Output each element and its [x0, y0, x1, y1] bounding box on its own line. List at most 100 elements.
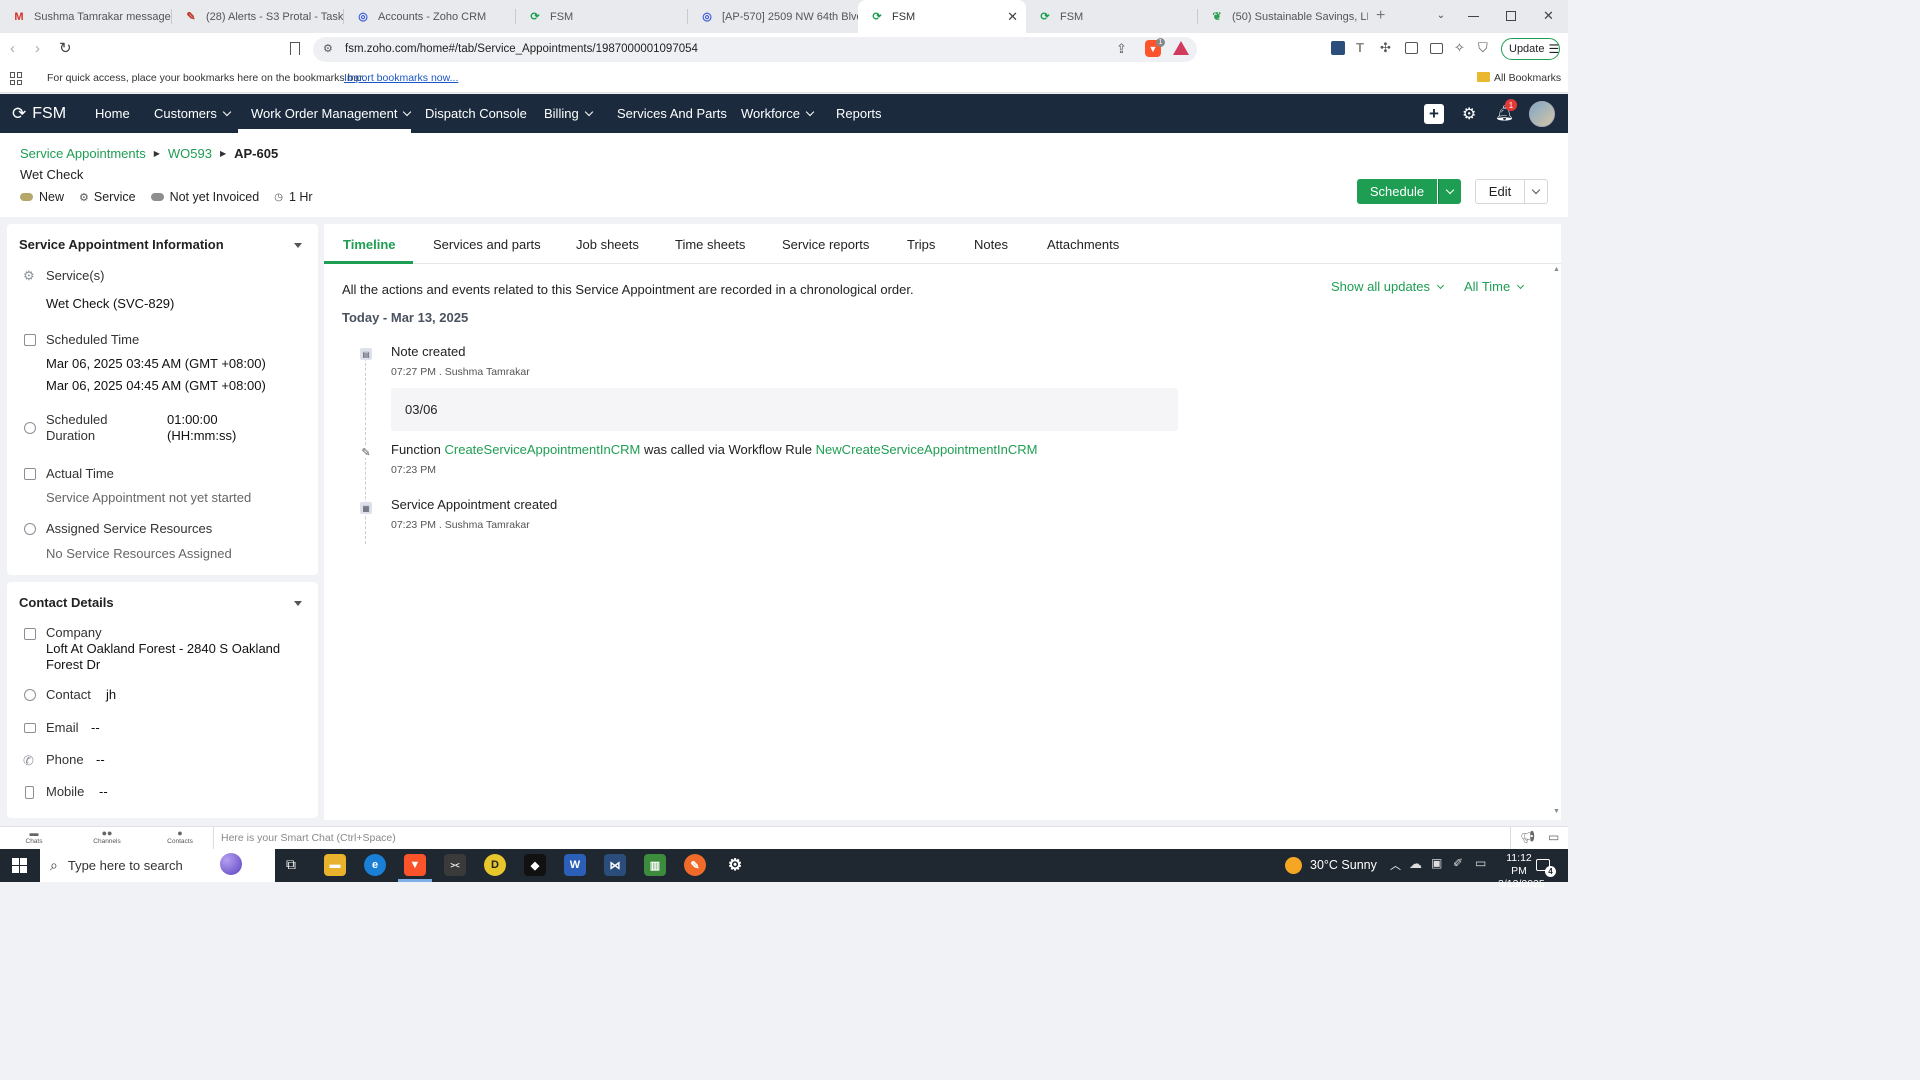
pen-tray-icon[interactable]: ✐ [1453, 856, 1463, 870]
duration-format: (HH:mm:ss) [167, 428, 237, 443]
new-tab-icon[interactable]: + [1376, 7, 1385, 25]
sidebar-icon[interactable] [1405, 42, 1418, 54]
tab-job-sheets[interactable]: Job sheets [576, 224, 639, 264]
all-bookmarks[interactable]: All Bookmarks [1494, 72, 1561, 84]
wallet-icon[interactable] [1430, 43, 1443, 54]
collapse-caret-icon[interactable] [294, 601, 302, 606]
status-badges: New ⚙ Service Not yet Invoiced ◷ 1 Hr [20, 190, 313, 204]
edit-dropdown-button[interactable] [1524, 179, 1548, 204]
back-icon[interactable]: ‹ [10, 40, 15, 57]
chats-button[interactable]: ▬ Chats [22, 829, 46, 846]
nav-reports[interactable]: Reports [836, 94, 882, 133]
leo-ai-icon[interactable]: ✧ [1454, 40, 1465, 56]
channels-button[interactable]: ●● Channels [90, 829, 124, 846]
text-extension-icon[interactable]: T [1356, 40, 1364, 55]
restore-icon[interactable] [1506, 11, 1516, 21]
cloud-icon[interactable]: ☁ [1409, 856, 1422, 872]
update-button[interactable]: Update ☰ [1501, 38, 1560, 60]
scrollbar[interactable]: ▲ ▼ [1553, 266, 1560, 818]
chat-window-icon[interactable]: ▭ [1548, 830, 1559, 844]
browser-tab[interactable]: ◎ Accounts - Zoho CRM [344, 0, 516, 33]
collapse-caret-icon[interactable] [294, 243, 302, 248]
schedule-dropdown-button[interactable] [1438, 179, 1461, 204]
extension-icon[interactable] [1331, 41, 1345, 55]
terminal-icon[interactable]: >< [444, 854, 466, 876]
share-icon[interactable]: ⇪ [1116, 41, 1127, 57]
word-icon[interactable]: W [564, 854, 586, 876]
brave-rewards-icon[interactable] [1173, 41, 1189, 55]
spreadsheet-icon[interactable]: ▥ [644, 854, 666, 876]
scroll-up-icon[interactable]: ▲ [1553, 266, 1560, 273]
weather-text[interactable]: 30°C Sunny [1310, 858, 1377, 872]
device-icon[interactable]: ▣ [1431, 856, 1442, 870]
user-avatar[interactable] [1529, 101, 1555, 127]
task-view-icon[interactable]: ⧉ [286, 856, 296, 873]
bookmark-icon[interactable] [290, 42, 300, 55]
window-close-icon[interactable]: ✕ [1543, 8, 1554, 24]
browser-tab[interactable]: ✎ (28) Alerts - S3 Protal - Tasks [172, 0, 344, 33]
browser-tab[interactable]: ◎ [AP-570] 2509 NW 64th Blvd [688, 0, 858, 33]
forward-icon[interactable]: › [35, 40, 40, 57]
nav-workforce[interactable]: Workforce [741, 94, 815, 133]
tab-time-sheets[interactable]: Time sheets [675, 224, 745, 264]
site-info-icon[interactable]: ⚙ [323, 42, 333, 55]
browser-tab[interactable]: M Sushma Tamrakar messaged y [0, 0, 172, 33]
megaphone-icon[interactable]: 📢︎ [1520, 830, 1535, 844]
browser-tab[interactable]: ⟳ FSM [1026, 0, 1198, 33]
tray-chevron-icon[interactable]: ︿ [1390, 857, 1401, 873]
tab-service-reports[interactable]: Service reports [782, 224, 869, 264]
contact-link[interactable]: jh [106, 687, 116, 702]
company-link[interactable]: Forest Dr [46, 657, 100, 672]
smart-chat-input[interactable]: Here is your Smart Chat (Ctrl+Space) [221, 832, 396, 844]
nav-services-and-parts[interactable]: Services And Parts [617, 94, 727, 133]
edge-icon[interactable]: e [364, 854, 386, 876]
nav-customers[interactable]: Customers [154, 94, 232, 133]
nav-dispatch-console[interactable]: Dispatch Console [425, 94, 527, 133]
address-bar[interactable]: ⚙ fsm.zoho.com/home#/tab/Service_Appoint… [313, 37, 1197, 62]
taskbar-search-box[interactable]: ⌕ Type here to search [40, 849, 275, 882]
app-circle-icon[interactable]: D [484, 854, 506, 876]
minimize-icon[interactable] [1468, 16, 1479, 17]
contacts-button[interactable]: ● Contacts [163, 829, 197, 846]
vpn-icon[interactable]: ⛉ [1478, 40, 1488, 56]
browser-tab-active[interactable]: ⟳ FSM ✕ [858, 0, 1026, 33]
function-link[interactable]: CreateServiceAppointmentInCRM [445, 442, 641, 457]
tab-trips[interactable]: Trips [907, 224, 935, 264]
tab-search-chevron-icon[interactable]: ⌄ [1434, 8, 1448, 22]
schedule-button[interactable]: Schedule [1357, 179, 1437, 204]
tab-timeline[interactable]: Timeline [343, 224, 396, 264]
nav-work-order-management[interactable]: Work Order Management [251, 94, 412, 133]
nav-billing[interactable]: Billing [544, 94, 593, 133]
app-icon[interactable]: ⋈ [604, 854, 626, 876]
reload-icon[interactable]: ↻ [59, 39, 72, 57]
workflow-rule-link[interactable]: NewCreateServiceAppointmentInCRM [816, 442, 1038, 457]
compass-app-icon[interactable]: ✎ [684, 854, 706, 876]
show-updates-filter[interactable]: Show all updates [1331, 279, 1445, 294]
scroll-down-icon[interactable]: ▼ [1553, 808, 1560, 815]
breadcrumb-service-appointments[interactable]: Service Appointments [20, 146, 146, 161]
breadcrumb-work-order[interactable]: WO593 [168, 146, 212, 161]
nav-home[interactable]: Home [95, 94, 130, 133]
import-bookmarks-link[interactable]: Import bookmarks now... [344, 72, 458, 84]
brave-icon[interactable]: ▼ [404, 854, 426, 876]
browser-tab[interactable]: ⟳ FSM [516, 0, 688, 33]
fsm-logo[interactable]: ⟳ FSM [12, 94, 66, 133]
windows-start-icon[interactable] [12, 858, 27, 873]
settings-app-icon[interactable]: ⚙ [724, 854, 746, 876]
time-range-filter[interactable]: All Time [1464, 279, 1525, 294]
add-icon[interactable]: + [1424, 104, 1444, 124]
taskbar-clock[interactable]: 11:12 PM 3/13/2025 [1498, 852, 1545, 891]
network-icon[interactable]: ▭ [1475, 856, 1486, 870]
close-tab-icon[interactable]: ✕ [1007, 9, 1018, 25]
file-explorer-icon[interactable]: ▬ [324, 854, 346, 876]
capcut-icon[interactable]: ◆ [524, 854, 546, 876]
tab-services-and-parts[interactable]: Services and parts [433, 224, 541, 264]
tab-attachments[interactable]: Attachments [1047, 224, 1119, 264]
edit-button[interactable]: Edit [1475, 179, 1525, 204]
apps-grid-icon[interactable] [10, 72, 23, 85]
browser-tab[interactable]: ❦ (50) Sustainable Savings, LLC [1198, 0, 1368, 33]
tab-notes[interactable]: Notes [974, 224, 1008, 264]
puzzle-icon[interactable]: ✣ [1380, 40, 1391, 56]
company-link[interactable]: Loft At Oakland Forest - 2840 S Oakland [46, 641, 280, 656]
settings-gear-icon[interactable]: ⚙ [1462, 104, 1476, 124]
